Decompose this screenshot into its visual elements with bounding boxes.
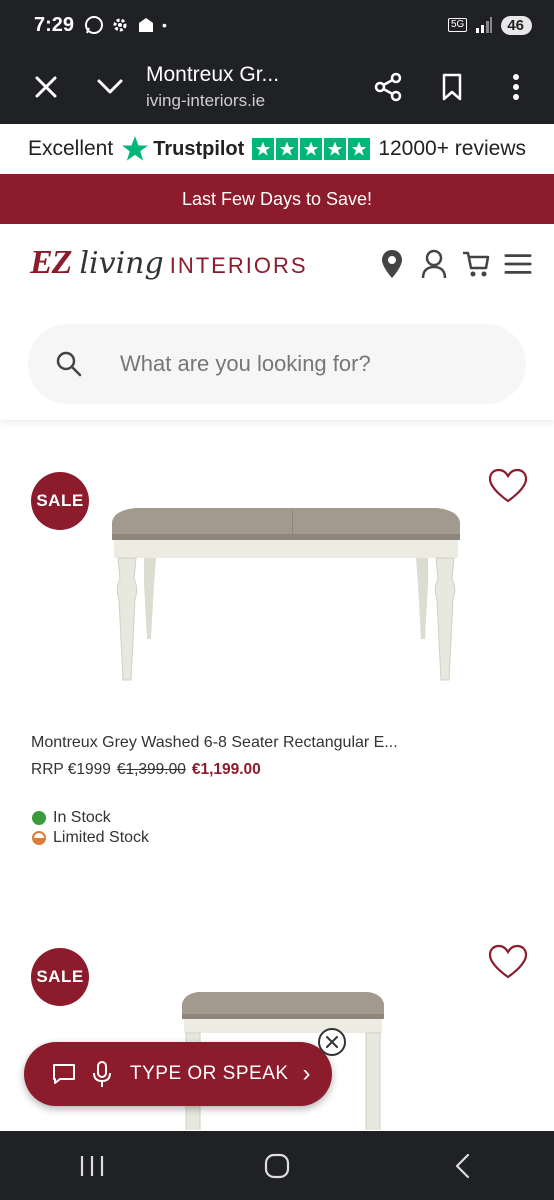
- stock-label: Limited Stock: [53, 829, 150, 846]
- status-bar: 7:29 • 5G 46: [0, 0, 554, 50]
- location-pin-icon: [382, 250, 402, 278]
- user-icon: [421, 249, 447, 279]
- home-button[interactable]: [247, 1141, 307, 1191]
- trustpilot-logo: Trustpilot: [121, 135, 244, 163]
- wishlist-heart-icon[interactable]: [488, 468, 528, 504]
- in-stock-dot-icon: [32, 811, 46, 825]
- product-rrp: RRP €1999: [31, 761, 111, 778]
- stock-status-in-stock: In Stock: [32, 809, 111, 827]
- share-button[interactable]: [356, 55, 420, 119]
- trustpilot-rating-text: Excellent: [27, 137, 114, 160]
- recent-apps-icon: [81, 1155, 104, 1176]
- signal-icon: [476, 17, 493, 33]
- search-bar[interactable]: [28, 324, 526, 404]
- star-icon: [348, 138, 371, 160]
- battery-level: 46: [501, 15, 532, 35]
- sale-badge: SALE: [31, 948, 89, 1006]
- android-navigation-bar: [0, 1131, 554, 1200]
- search-section: [0, 310, 554, 420]
- product-card[interactable]: SALE Montreux Grey Washed 6-8 Seater Rec…: [0, 440, 554, 860]
- page-url: iving-interiors.ie: [146, 91, 266, 110]
- product-sale-price: €1,199.00: [191, 761, 261, 778]
- star-icon: [300, 138, 323, 160]
- microphone-icon: [88, 1060, 116, 1088]
- dot-icon: •: [162, 17, 167, 33]
- star-icon: [252, 138, 275, 160]
- status-time: 7:29: [34, 13, 75, 36]
- type-or-speak-button[interactable]: TYPE OR SPEAK ›: [24, 1042, 332, 1106]
- search-input[interactable]: [120, 351, 480, 377]
- chevron-right-icon: ›: [302, 1060, 311, 1087]
- logo-living: living: [79, 246, 164, 281]
- account-button[interactable]: [420, 248, 448, 280]
- search-icon: [54, 349, 84, 379]
- product-name[interactable]: Montreux Grey Washed 6-8 Seater Rectangu…: [31, 734, 398, 752]
- star-icon: [276, 138, 299, 160]
- whatsapp-icon: [85, 16, 104, 34]
- type-or-speak-label: TYPE OR SPEAK: [130, 1063, 289, 1084]
- close-assistant-button[interactable]: [318, 1028, 346, 1056]
- product-image[interactable]: [106, 504, 466, 684]
- stock-label: In Stock: [53, 809, 111, 826]
- more-options-button[interactable]: [484, 55, 548, 119]
- store-locator-button[interactable]: [378, 248, 406, 280]
- logo-ez: EZ: [30, 244, 72, 281]
- ez-living-logo[interactable]: EZ living INTERIORS: [30, 244, 308, 282]
- hamburger-menu-icon: [504, 254, 532, 274]
- more-vert-icon: [513, 74, 519, 100]
- cart-button[interactable]: [462, 248, 490, 280]
- trustpilot-stars: [252, 138, 371, 160]
- back-button[interactable]: [432, 1141, 492, 1191]
- chevron-down-icon: [97, 79, 123, 94]
- chat-icon: [50, 1060, 78, 1088]
- product-was-price: €1,399.00: [116, 761, 186, 778]
- bookmark-icon: [442, 73, 462, 101]
- close-tab-button[interactable]: [14, 55, 78, 119]
- minimize-tab-button[interactable]: [78, 55, 142, 119]
- trustpilot-bar[interactable]: Excellent Trustpilot 12000+ reviews: [0, 124, 554, 174]
- wishlist-heart-icon[interactable]: [488, 944, 528, 980]
- bookmark-button[interactable]: [420, 55, 484, 119]
- network-type: 5G: [447, 18, 468, 32]
- promo-text: Last Few Days to Save!: [181, 188, 373, 209]
- cart-icon: [463, 251, 490, 277]
- close-icon: [35, 76, 57, 98]
- settings-icon: [113, 18, 127, 32]
- promo-banner[interactable]: Last Few Days to Save!: [0, 174, 554, 224]
- trustpilot-brand: Trustpilot: [153, 137, 245, 160]
- trustpilot-star-icon: [122, 136, 149, 161]
- recent-apps-button[interactable]: [62, 1141, 122, 1191]
- stock-status-limited: Limited Stock: [32, 829, 149, 847]
- site-header: EZ living INTERIORS: [0, 224, 554, 310]
- limited-stock-dot-icon: [32, 831, 46, 845]
- back-icon: [455, 1153, 469, 1178]
- app-notification-icon: [139, 18, 154, 32]
- close-icon: [326, 1036, 338, 1048]
- page-title-area[interactable]: Montreux Gr... iving-interiors.ie: [142, 63, 356, 111]
- page-title: Montreux Gr...: [146, 63, 280, 86]
- product-price: RRP €1999 €1,399.00 €1,199.00: [31, 761, 261, 779]
- trustpilot-review-count: 12000+ reviews: [378, 137, 526, 160]
- logo-interiors: INTERIORS: [169, 253, 308, 278]
- sale-badge: SALE: [31, 472, 89, 530]
- menu-button[interactable]: [504, 248, 532, 280]
- share-icon: [374, 72, 402, 102]
- star-icon: [324, 138, 347, 160]
- browser-toolbar: Montreux Gr... iving-interiors.ie: [0, 50, 554, 124]
- home-icon: [264, 1153, 290, 1178]
